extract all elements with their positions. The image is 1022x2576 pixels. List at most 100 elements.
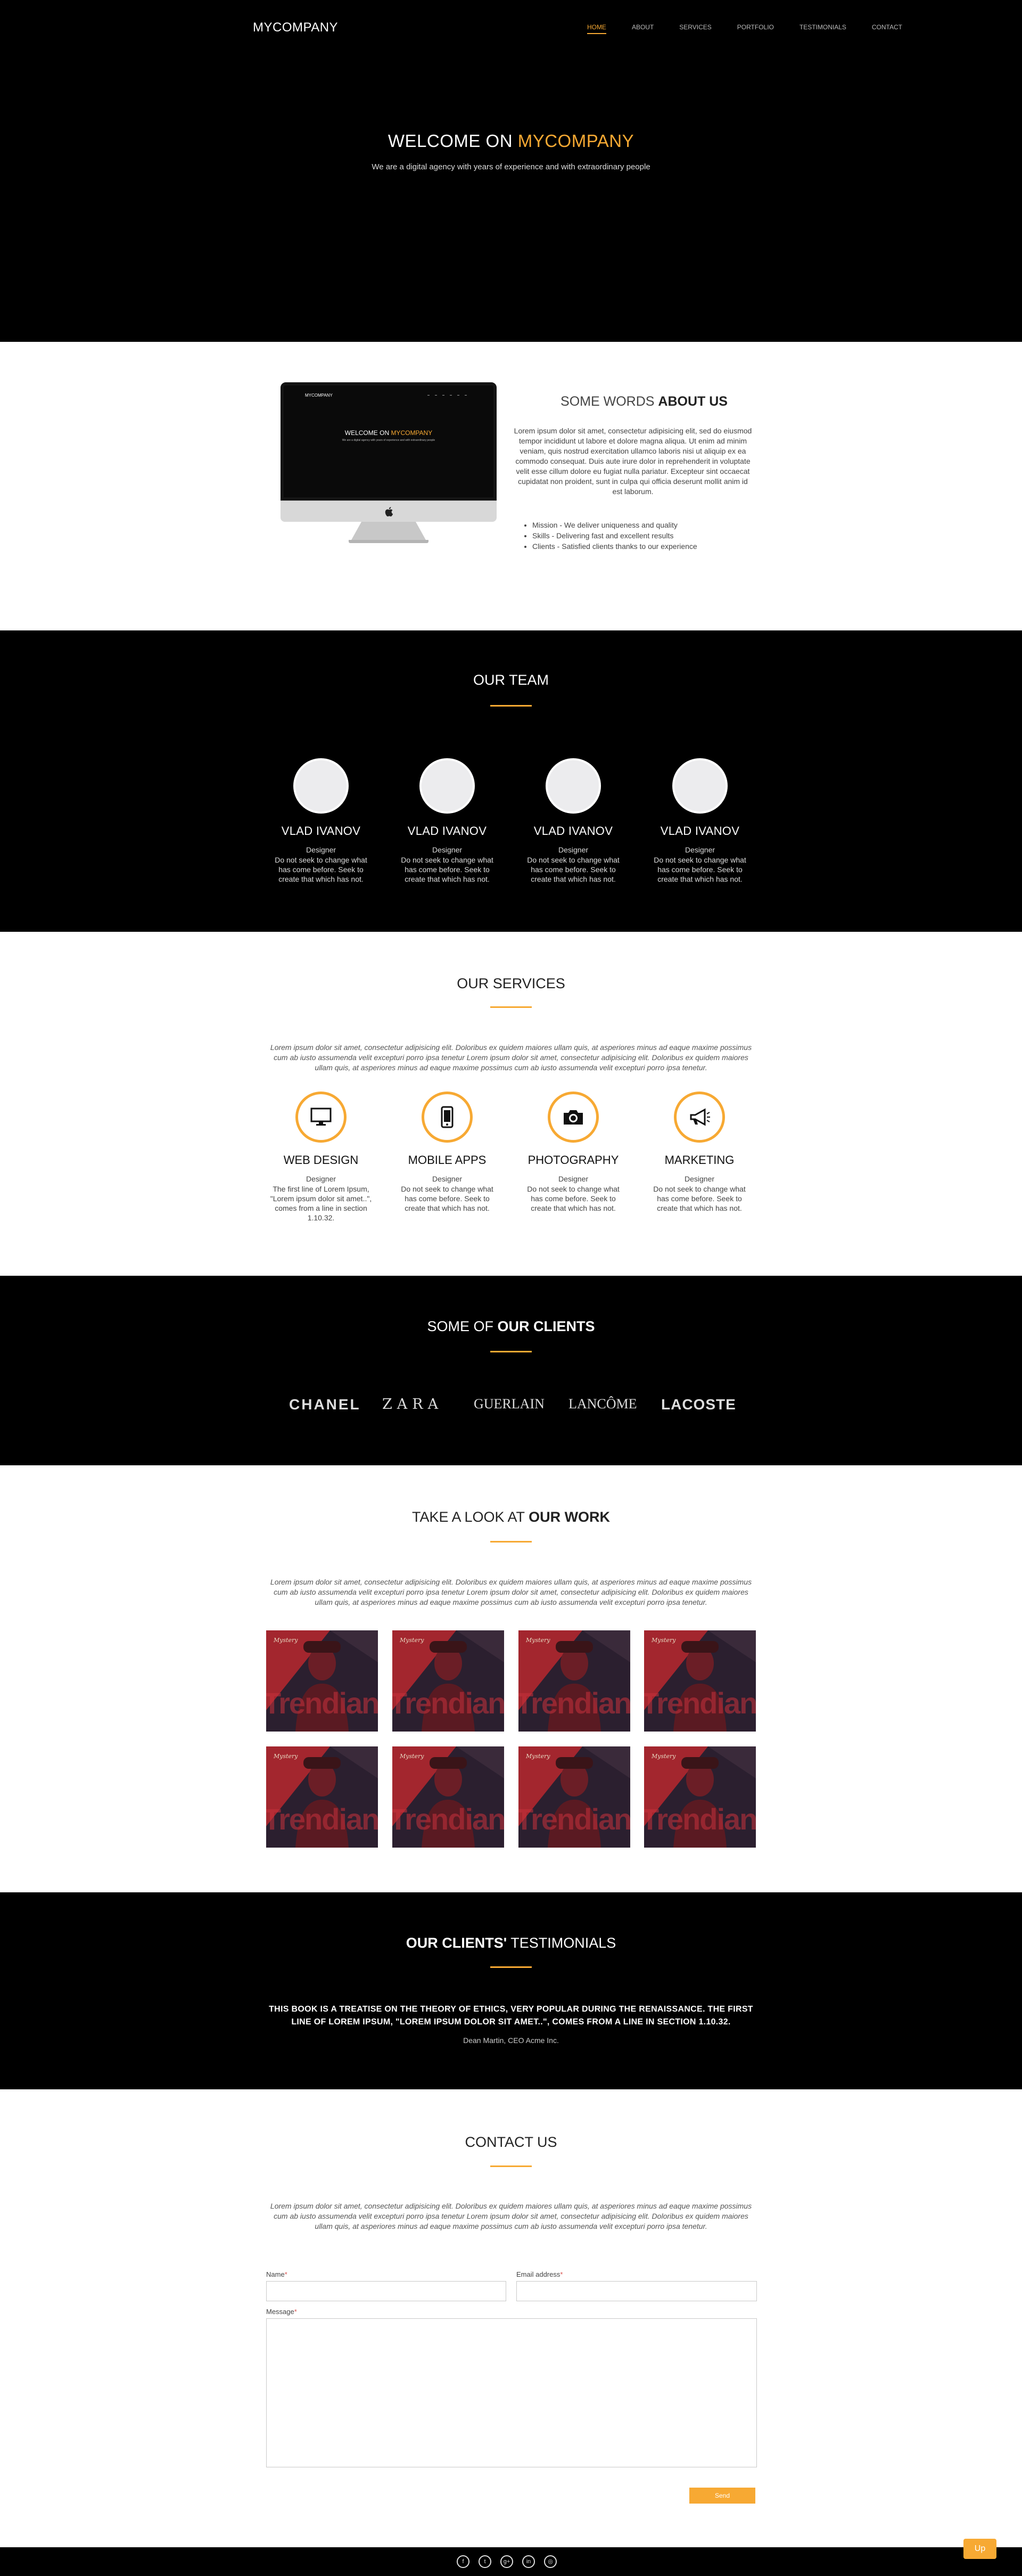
service-item-photography: PHOTOGRAPHY Designer Do not seek to chan…: [520, 1092, 627, 1213]
avatar: [293, 758, 349, 814]
tile-word: Trendian: [266, 1802, 378, 1836]
team-title: OUR TEAM: [473, 672, 549, 688]
client-logo-chanel: CHANEL: [289, 1396, 361, 1413]
hero-title-highlight: MYCOMPANY: [517, 131, 634, 151]
service-role: Designer: [432, 1175, 463, 1183]
scroll-up-button[interactable]: Up: [963, 2539, 996, 2559]
testimonials-section: OUR CLIENTS' TESTIMONIALS THIS BOOK IS A…: [0, 1892, 1022, 2089]
nav-link-portfolio[interactable]: PORTFOLIO: [737, 23, 774, 34]
portfolio-tile[interactable]: Mystery Trendian: [266, 1746, 378, 1848]
hero-section: WELCOME ON MYCOMPANY We are a digital ag…: [0, 59, 1022, 342]
portfolio-tile[interactable]: Mystery Trendian: [266, 1630, 378, 1732]
service-role: Designer: [306, 1175, 336, 1183]
hero-title: WELCOME ON MYCOMPANY: [0, 131, 1022, 151]
instagram-icon[interactable]: ◎: [544, 2555, 557, 2568]
nav-link-home[interactable]: HOME: [587, 23, 606, 34]
about-title-light: SOME WORDS: [561, 394, 658, 409]
service-item-mobile-apps: MOBILE APPS Designer Do not seek to chan…: [394, 1092, 500, 1213]
nav-link-contact[interactable]: CONTACT: [872, 23, 902, 34]
service-icon-ring: [295, 1092, 347, 1143]
twitter-icon[interactable]: t: [479, 2555, 491, 2568]
testimonials-title-bold: OUR CLIENTS': [406, 1935, 507, 1951]
service-item-web-design: WEB DESIGN Designer The first line of Lo…: [268, 1092, 374, 1223]
member-role: Designer: [558, 846, 589, 854]
testimonials-title-underline: [490, 1966, 532, 1968]
work-title-bold: OUR WORK: [529, 1509, 611, 1525]
facebook-icon[interactable]: f: [457, 2555, 469, 2568]
client-logo-lancome: LANCÔME: [568, 1396, 637, 1412]
apple-icon: [385, 507, 393, 516]
linkedin-icon[interactable]: in: [522, 2555, 535, 2568]
team-title-underline: [490, 705, 532, 707]
nav-menu: HOME ABOUT SERVICES PORTFOLIO TESTIMONIA…: [562, 23, 902, 34]
clients-section: SOME OF OUR CLIENTS CHANEL ZARA GUERLAIN…: [0, 1276, 1022, 1465]
nav-link-testimonials[interactable]: TESTIMONIALS: [800, 23, 846, 34]
hero-title-prefix: WELCOME ON: [388, 131, 518, 151]
about-section: MYCOMPANY ▬▬▬▬▬▬ WELCOME ON MYCOMPANY We…: [0, 342, 1022, 630]
service-icon-ring: [674, 1092, 725, 1143]
tile-label: Mystery: [400, 1753, 424, 1760]
mockup-brand: MYCOMPANY: [305, 393, 333, 398]
navbar: MYCOMPANY HOME ABOUT SERVICES PORTFOLIO …: [0, 0, 1022, 59]
tile-word: Trendian: [644, 1802, 756, 1836]
service-name: MARKETING: [664, 1153, 735, 1167]
portfolio-tile[interactable]: Mystery Trendian: [392, 1746, 504, 1848]
work-intro: Lorem ipsum dolor sit amet, consectetur …: [270, 1578, 752, 1606]
portfolio-tile[interactable]: Mystery Trendian: [518, 1746, 630, 1848]
work-title-light: TAKE A LOOK AT: [411, 1509, 529, 1525]
imac-screen: MYCOMPANY ▬▬▬▬▬▬ WELCOME ON MYCOMPANY We…: [281, 382, 497, 501]
service-name: WEB DESIGN: [283, 1153, 359, 1167]
nav-link-services[interactable]: SERVICES: [679, 23, 711, 34]
service-item-marketing: MARKETING Designer Do not seek to change…: [646, 1092, 753, 1213]
name-input[interactable]: [266, 2281, 506, 2301]
avatar: [546, 758, 601, 814]
services-title: OUR SERVICES: [457, 975, 565, 991]
member-desc: Do not seek to change what has come befo…: [654, 856, 746, 883]
megaphone-icon: [690, 1108, 710, 1126]
testimonial-author: Dean Martin, CEO Acme Inc.: [463, 2036, 559, 2045]
about-list-item-skills: Skills - Delivering fast and excellent r…: [532, 530, 767, 541]
email-input[interactable]: [516, 2281, 757, 2301]
tile-label: Mystery: [526, 1637, 550, 1644]
member-name: VLAD IVANOV: [533, 824, 613, 838]
clients-title-underline: [490, 1351, 532, 1352]
message-textarea[interactable]: [266, 2318, 757, 2467]
team-section: OUR TEAM VLAD IVANOV Designer Do not see…: [0, 630, 1022, 932]
about-text: Lorem ipsum dolor sit amet, consectetur …: [514, 426, 752, 496]
about-list-item-clients: Clients - Satisfied clients thanks to ou…: [532, 541, 767, 552]
tile-label: Mystery: [526, 1753, 550, 1760]
brand-logo[interactable]: MYCOMPANY: [253, 20, 338, 35]
portfolio-section: TAKE A LOOK AT OUR WORK Lorem ipsum dolo…: [0, 1465, 1022, 1892]
service-desc: Do not seek to change what has come befo…: [401, 1185, 493, 1212]
send-button[interactable]: Send: [689, 2488, 755, 2504]
about-title: SOME WORDS ABOUT US: [511, 394, 777, 409]
tile-word: Trendian: [644, 1686, 756, 1720]
member-role: Designer: [432, 846, 463, 854]
service-icon-ring: [422, 1092, 473, 1143]
client-logo-guerlain: GUERLAIN: [474, 1396, 545, 1412]
tile-label: Mystery: [274, 1753, 298, 1760]
tile-word: Trendian: [518, 1686, 630, 1720]
portfolio-tile[interactable]: Mystery Trendian: [392, 1630, 504, 1732]
team-member: VLAD IVANOV Designer Do not seek to chan…: [397, 758, 498, 884]
member-name: VLAD IVANOV: [407, 824, 487, 838]
portfolio-tile[interactable]: Mystery Trendian: [644, 1746, 756, 1848]
testimonial-quote: THIS BOOK IS A TREATISE ON THE THEORY OF…: [269, 2005, 753, 2027]
google-plus-icon[interactable]: g+: [500, 2555, 513, 2568]
nav-link-about[interactable]: ABOUT: [632, 23, 654, 34]
hero-subtitle: We are a digital agency with years of ex…: [372, 162, 650, 171]
imac-stand-base: [349, 540, 428, 543]
portfolio-tile[interactable]: Mystery Trendian: [644, 1630, 756, 1732]
tile-label: Mystery: [652, 1637, 676, 1644]
tile-word: Trendian: [392, 1802, 504, 1836]
imac-mockup-image: MYCOMPANY ▬▬▬▬▬▬ WELCOME ON MYCOMPANY We…: [281, 382, 497, 555]
testimonials-title-light: TESTIMONIALS: [507, 1935, 616, 1951]
clients-title-light: SOME OF: [427, 1318, 498, 1334]
imac-stand: [351, 522, 426, 541]
message-label: Message*: [266, 2308, 297, 2316]
portfolio-tile[interactable]: Mystery Trendian: [518, 1630, 630, 1732]
service-desc: Do not seek to change what has come befo…: [527, 1185, 620, 1212]
avatar: [672, 758, 728, 814]
name-label: Name*: [266, 2270, 287, 2278]
mockup-nav: ▬▬▬▬▬▬: [427, 393, 472, 396]
